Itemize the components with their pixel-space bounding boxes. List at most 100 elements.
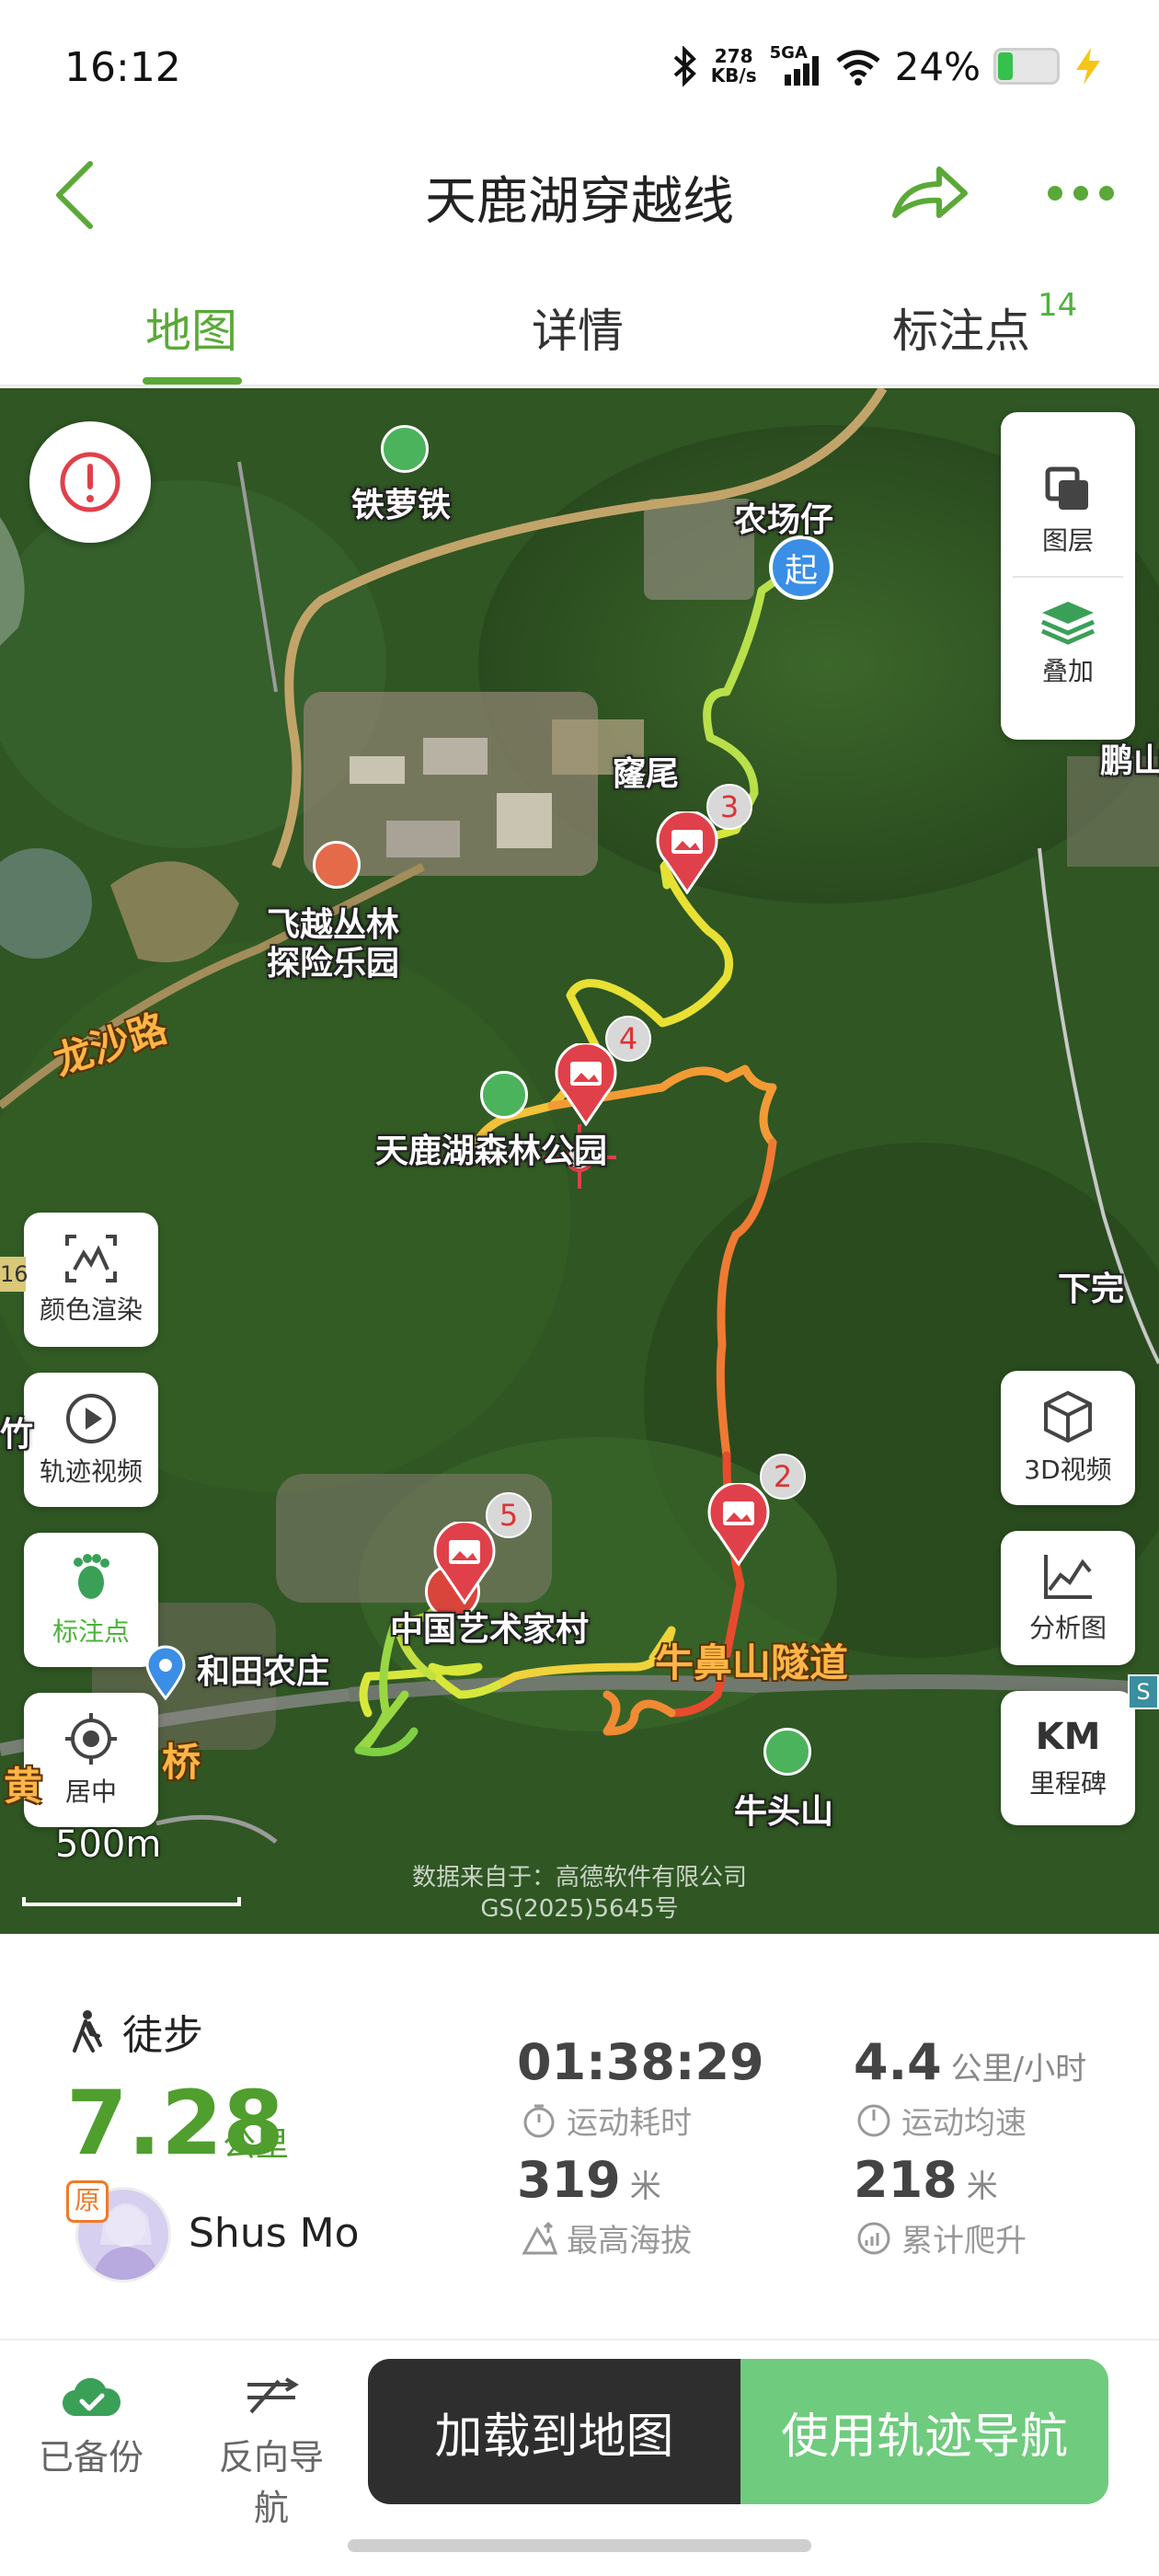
center-map-button[interactable]: 居中: [24, 1693, 158, 1827]
battery-percent: 24%: [894, 43, 981, 89]
original-badge: 原: [66, 2180, 109, 2223]
photo-pin-icon: [707, 1481, 770, 1567]
alert-icon: [60, 452, 120, 512]
peak-icon: [522, 2221, 557, 2254]
photo-pin-icon: [555, 1041, 617, 1127]
top-navigation: 天鹿湖穿越线: [0, 129, 1159, 258]
duration-label: 运动耗时: [521, 2098, 692, 2143]
place-label: 鹏山: [1100, 742, 1159, 780]
max-altitude-value: 319 米: [517, 2151, 661, 2209]
place-label: 探险乐园: [267, 945, 400, 983]
markers-toggle-button[interactable]: 标注点: [24, 1533, 158, 1667]
cube-icon: [1044, 1390, 1092, 1443]
layers-icon: [1045, 466, 1088, 510]
duration-value: 01:38:29: [517, 2033, 764, 2091]
map-view[interactable]: 图层 叠加 3D视频 分析图 KM 里程碑 颜色渲染 轨迹视频 标注点 居中 起…: [0, 388, 1159, 1934]
track-video-button[interactable]: 轨迹视频: [24, 1373, 158, 1507]
start-marker[interactable]: 起: [769, 535, 833, 600]
status-bar: 16:12 278 KB/s 5GA 24%: [0, 0, 1159, 129]
road-number-sign: 16: [0, 1257, 29, 1292]
climb-icon: [857, 2222, 890, 2254]
color-render-icon: [65, 1235, 117, 1282]
layer-control-panel: 图层 叠加: [1001, 412, 1135, 740]
place-label: 窿尾: [613, 755, 680, 793]
share-icon: [892, 167, 968, 218]
bluetooth-icon: [673, 46, 696, 86]
share-button[interactable]: [888, 156, 970, 230]
status-icons: 278 KB/s 5GA 24%: [671, 39, 1104, 94]
road-label-fragment: 黄: [4, 1764, 43, 1809]
total-climb-label: 累计爬升: [855, 2215, 1027, 2260]
photo-pin-icon: [656, 810, 718, 895]
km-icon: KM: [1035, 1716, 1101, 1758]
photo-marker-number: 2: [760, 1454, 806, 1500]
distance-unit: 公里: [223, 2126, 290, 2164]
track-navigation-button[interactable]: 使用轨迹导航: [740, 2359, 1108, 2504]
play-circle-icon: [66, 1394, 116, 1443]
place-label: 农场仔: [734, 501, 834, 539]
home-indicator[interactable]: [348, 2539, 811, 2552]
username[interactable]: Shus Mo: [189, 2210, 360, 2257]
photo-marker[interactable]: [655, 810, 719, 898]
reverse-route-icon: [247, 2377, 299, 2414]
markers-count-badge: 14: [1038, 287, 1078, 324]
photo-marker-number: 4: [605, 1016, 651, 1062]
footprint-icon: [74, 1554, 109, 1599]
location-pin-icon: [143, 1645, 188, 1701]
place-label: 天鹿湖森林公园: [375, 1133, 608, 1170]
tab-markers[interactable]: 标注点: [892, 294, 1030, 361]
tunnel-label: 牛鼻山隧道: [655, 1640, 849, 1685]
amusement-poi-icon: [313, 841, 361, 889]
charging-icon: [1076, 48, 1100, 85]
speedometer-icon: [857, 2104, 890, 2136]
clock: 16:12: [64, 44, 181, 91]
milestone-button[interactable]: KM 里程碑: [1001, 1691, 1135, 1825]
cell-signal-icon: 5GA: [770, 43, 821, 89]
total-climb-value: 218 米: [854, 2151, 998, 2209]
max-altitude-label: 最高海拔: [521, 2215, 692, 2260]
active-tab-indicator: [143, 377, 242, 385]
highway-sign: S: [1128, 1674, 1159, 1709]
analysis-chart-button[interactable]: 分析图: [1001, 1531, 1135, 1665]
battery-icon: [993, 48, 1060, 85]
park-poi-icon: [480, 1071, 528, 1119]
layers-button[interactable]: 图层: [1013, 464, 1123, 578]
3d-video-button[interactable]: 3D视频: [1001, 1371, 1135, 1505]
tab-bar: 地图 详情 标注点 14: [0, 267, 1159, 386]
place-label: 铁萝铁: [351, 487, 452, 524]
place-label: 牛头山: [734, 1793, 834, 1831]
place-label: 下完: [1058, 1271, 1125, 1308]
tab-map[interactable]: 地图: [145, 294, 237, 361]
photo-marker[interactable]: [706, 1481, 771, 1570]
backup-status-button[interactable]: 已备份: [22, 2375, 160, 2479]
mountain-poi-icon: [763, 1728, 811, 1776]
track-stats-panel: 徒步 7.28 公里 原 Shus Mo 01:38:29 运动耗时 4.4 公里…: [0, 1934, 1159, 2339]
color-render-button[interactable]: 颜色渲染: [24, 1213, 158, 1347]
photo-pin-icon: [433, 1520, 496, 1605]
stack-layers-icon: [1041, 602, 1095, 645]
overlay-button[interactable]: 叠加: [1039, 578, 1097, 688]
activity-type: 徒步: [69, 2002, 203, 2061]
hiking-icon: [73, 2010, 102, 2053]
photo-marker[interactable]: [554, 1041, 618, 1130]
photo-marker-number: 3: [706, 784, 752, 830]
place-label: 中国艺术家村: [390, 1611, 590, 1649]
locate-crosshair-icon: [65, 1713, 117, 1765]
load-to-map-button[interactable]: 加载到地图: [368, 2359, 740, 2504]
line-chart-icon: [1044, 1555, 1092, 1599]
more-dots-icon: [1048, 186, 1114, 201]
cloud-check-icon: [62, 2377, 121, 2417]
avg-speed-value: 4.4 公里/小时: [854, 2033, 1087, 2091]
tab-details[interactable]: 详情: [532, 294, 624, 361]
place-label: 和田农庄: [197, 1653, 330, 1691]
stopwatch-icon: [523, 2104, 555, 2137]
more-options-button[interactable]: [1044, 175, 1118, 212]
bridge-label-fragment: 桥: [162, 1740, 201, 1785]
avg-speed-label: 运动均速: [855, 2098, 1027, 2143]
photo-marker[interactable]: [432, 1520, 497, 1608]
photo-marker-number: 5: [486, 1492, 532, 1538]
wifi-icon: [836, 50, 880, 86]
alert-button[interactable]: [29, 421, 151, 543]
reverse-navigation-button[interactable]: 反向导航: [202, 2375, 340, 2530]
mountain-poi-icon: [381, 425, 429, 473]
